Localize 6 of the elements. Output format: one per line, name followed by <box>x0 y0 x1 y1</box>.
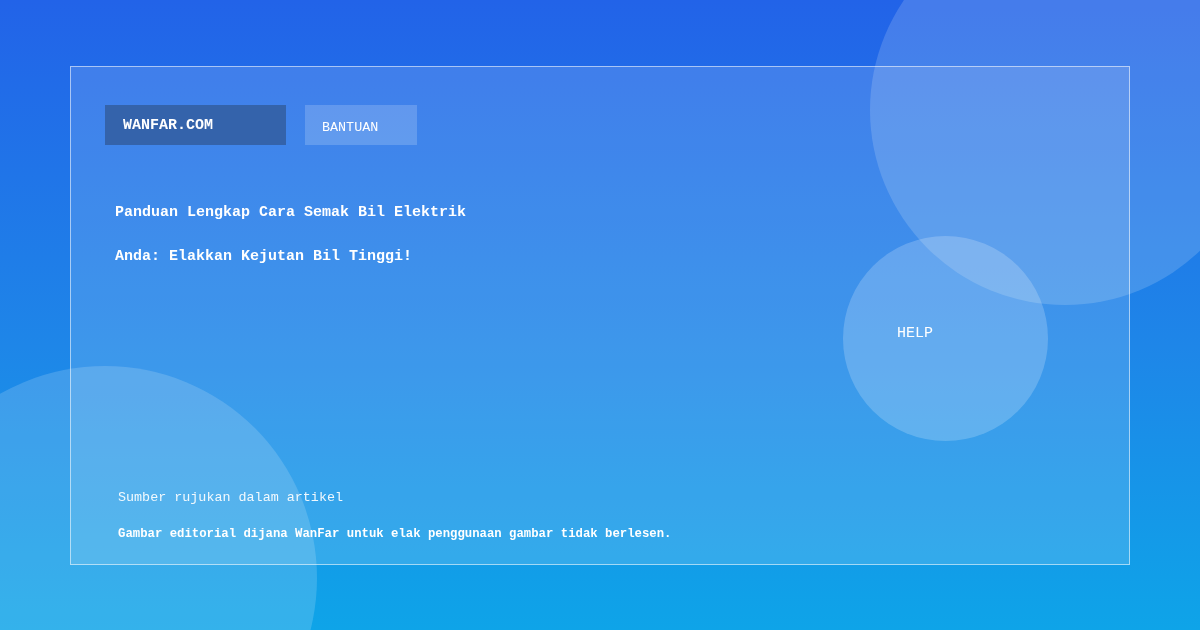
article-title: Panduan Lengkap Cara Semak Bil Elektrik Anda: Elakkan Kejutan Bil Tinggi! <box>115 203 468 267</box>
site-name-link[interactable]: WANFAR.COM <box>105 105 286 145</box>
disclaimer-text: Gambar editorial dijana WanFar untuk elak penggunaan gambar tidak berlesen. <box>118 526 673 542</box>
nav-link[interactable]: BANTUAN <box>305 105 417 145</box>
help-button[interactable]: HELP <box>843 236 1048 441</box>
source-note: Sumber rujukan dalam artikel <box>118 490 344 506</box>
